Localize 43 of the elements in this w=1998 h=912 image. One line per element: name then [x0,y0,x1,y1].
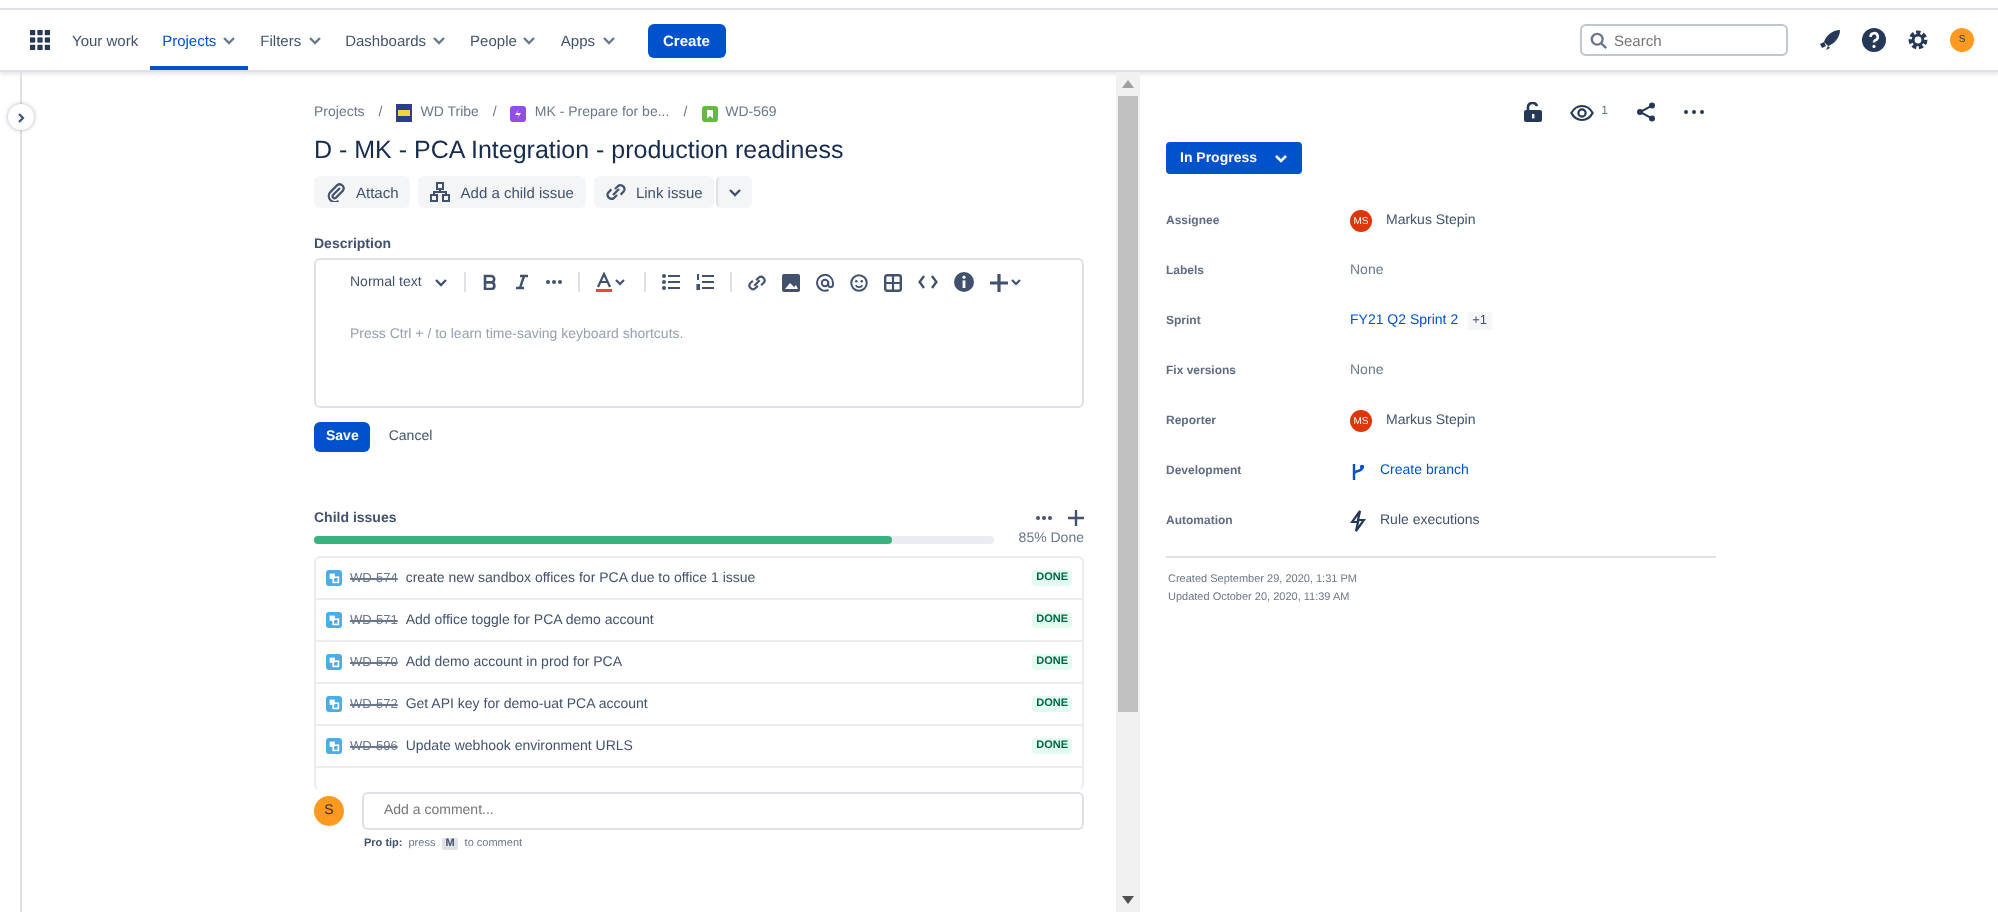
help-icon[interactable] [1862,28,1886,52]
caret-icon [728,187,743,197]
subtask-icon [326,696,342,712]
emoji-icon[interactable] [849,273,868,291]
numbered-list-icon[interactable] [695,274,714,290]
bookmark-icon [701,105,718,121]
settings-icon[interactable] [1906,28,1930,52]
rocket-icon[interactable] [1818,28,1842,52]
app-grid-icon[interactable] [30,30,50,50]
project-icon [396,104,413,122]
subtask-icon [326,738,342,754]
subtask-icon [326,654,342,670]
issue-title[interactable]: D - MK - PCA Integration - production readiness [314,136,1084,164]
add-icon[interactable] [1068,510,1084,526]
info-icon[interactable] [953,272,974,292]
subtask-icon [326,570,342,586]
bullet-list-icon[interactable] [661,274,680,290]
share-icon[interactable] [1636,102,1656,122]
mention-icon[interactable] [815,273,834,291]
lightning-icon [510,105,527,121]
subtask-icon [326,612,342,628]
lightning-icon [1350,510,1366,532]
branch-icon [1350,461,1366,481]
link-icon[interactable] [747,273,766,291]
bold-icon[interactable] [481,274,498,290]
link-icon [605,182,626,202]
expand-sidebar-button[interactable] [8,104,34,130]
text-color-icon[interactable] [595,272,628,292]
insert-plus-icon[interactable] [989,273,1022,291]
paperclip-icon [326,182,346,202]
eye-icon[interactable] [1569,103,1594,121]
table-icon[interactable] [883,273,902,291]
lock-icon[interactable] [1523,102,1542,122]
caret-icon [433,277,448,287]
chevron-right-icon [16,111,26,123]
scrollbar[interactable] [1116,72,1140,912]
scroll-down-arrow-icon[interactable] [1122,896,1134,904]
image-icon[interactable] [781,273,800,291]
more-actions-button[interactable] [716,176,753,208]
caret-icon [1273,153,1288,163]
italic-icon[interactable] [513,274,530,290]
hierarchy-icon [430,182,451,202]
code-icon[interactable] [917,274,938,290]
